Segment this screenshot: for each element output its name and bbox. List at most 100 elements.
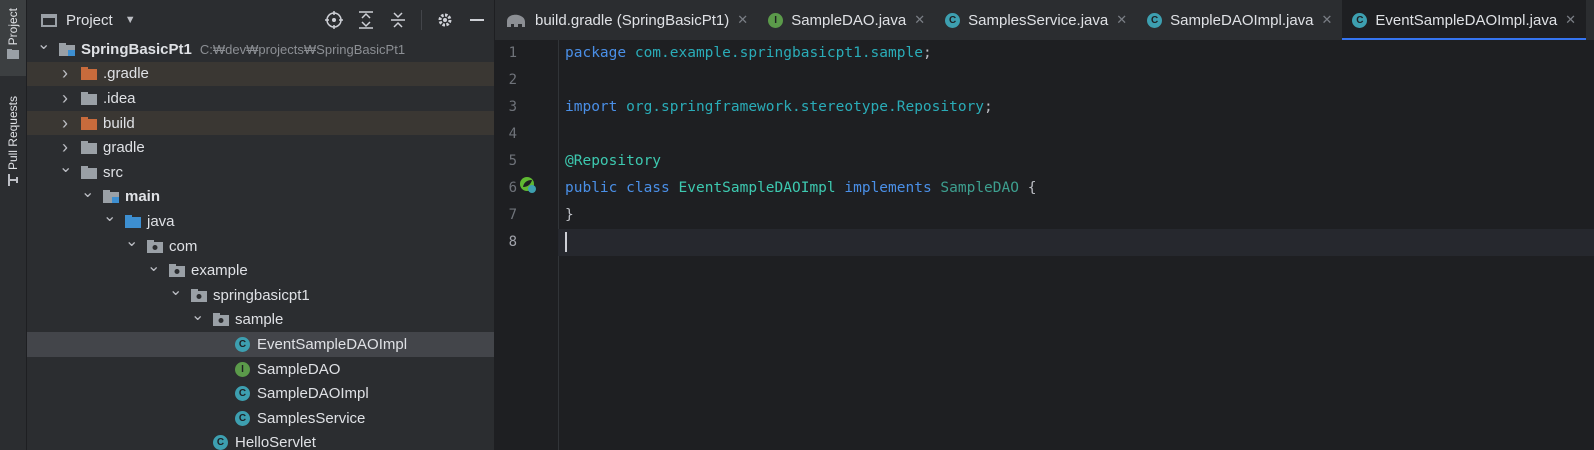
code-token: implements [844,180,941,196]
tree-item-label: main [125,188,161,206]
code-line[interactable]: 2 [509,67,1594,94]
tree-item-label: springbasicpt1 [213,286,310,304]
chevron-right-icon[interactable]: › [59,113,71,134]
editor-tab[interactable]: C EventSampleDAOImpl.java ✕ [1342,0,1587,41]
close-icon[interactable]: ✕ [914,12,925,28]
line-number: 5 [508,153,517,169]
gear-icon[interactable] [436,11,454,29]
source-folder-icon [125,214,141,228]
chevron-right-icon[interactable]: › [59,137,71,158]
code-token: import [565,99,627,115]
pull-requests-tool-tab[interactable]: Pull Requests [0,96,26,206]
chevron-down-icon[interactable]: ⌄ [59,160,72,176]
code-line[interactable]: 1 package com.example.springbasicpt1.samp… [509,40,1594,67]
chevron-down-icon[interactable]: ⌄ [169,283,182,299]
code-token: EventSampleDAOImpl [678,180,845,196]
tree-row[interactable]: I SampleDAO [27,357,494,382]
code-token: SampleDAO [940,180,1028,196]
gradle-elephant-icon [507,14,525,27]
project-tool-window: Project ▼ ⌄ SpringBasicPt1 C:₩dev₩projects… [27,0,495,450]
tree-row[interactable]: ⌄ sample [27,307,494,333]
class-icon: C [1352,12,1368,28]
code-token: ; [922,45,941,61]
close-icon[interactable]: ✕ [1116,12,1127,28]
code-line[interactable]: 4 [509,121,1594,148]
code-token: com.example.springbasicpt1.sample [634,45,923,61]
chevron-down-icon[interactable]: ⌄ [81,184,94,200]
excluded-folder-icon [81,116,97,130]
chevron-down-icon[interactable]: ⌄ [191,307,204,323]
chevron-right-icon[interactable]: › [59,88,71,109]
editor-tab[interactable]: build.gradle (SpringBasicPt1) ✕ [495,0,758,40]
project-window-icon [41,13,57,27]
text-cursor [565,232,567,252]
locate-file-icon[interactable] [325,11,343,29]
tree-row[interactable]: C HelloServlet [27,431,494,450]
tree-row[interactable]: C SampleDAOImpl [27,381,494,406]
editor-tab[interactable]: C SamplesService.java ✕ [935,0,1137,40]
editor-tab[interactable]: C SampleDAOImpl.java ✕ [1137,0,1342,40]
tree-row[interactable]: ⌄ SpringBasicPt1 C:₩dev₩projects₩SpringBas… [27,37,494,62]
chevron-down-icon[interactable]: ⌄ [147,258,160,274]
tree-item-label: SampleDAO [257,360,341,378]
code-editor[interactable]: 1 package com.example.springbasicpt1.samp… [495,40,1594,450]
tree-row[interactable]: ⌄ main [27,184,494,210]
interface-icon: I [235,361,250,377]
chevron-down-icon[interactable]: ⌄ [125,234,138,250]
code-token: ; [984,99,993,115]
folder-icon [81,141,97,155]
tree-item-label: .idea [103,89,136,107]
code-line[interactable]: 3 import org.springframework.stereotype.R… [509,94,1594,121]
tree-row[interactable]: C SamplesService [27,406,494,431]
tree-row[interactable]: › gradle [27,135,494,160]
folder-icon [7,49,19,60]
project-tool-tab[interactable]: Project [0,0,26,76]
hide-panel-icon[interactable] [468,11,486,29]
line-number: 3 [508,99,517,115]
excluded-folder-icon [81,67,97,81]
spring-bean-gutter-icon[interactable] [519,176,537,194]
tree-row[interactable]: ⌄ springbasicpt1 [27,283,494,308]
code-line[interactable]: 8 [509,229,1594,256]
project-tree[interactable]: ⌄ SpringBasicPt1 C:₩dev₩projects₩SpringBas… [27,37,494,450]
tree-row[interactable]: › .idea [27,86,494,111]
tree-item-label: SamplesService [257,409,366,427]
chevron-right-icon[interactable]: › [59,63,71,84]
tree-row[interactable]: C EventSampleDAOImpl [27,332,494,357]
tree-row[interactable]: › build [27,110,494,136]
close-icon[interactable]: ✕ [1565,12,1576,28]
tree-item-label: com [169,237,198,255]
close-icon[interactable]: ✕ [737,12,748,28]
code-line[interactable]: 6 public class EventSampleDAOImpl impleme… [509,175,1594,202]
close-icon[interactable]: ✕ [1322,12,1333,28]
chevron-down-icon[interactable]: ⌄ [103,209,116,225]
tree-item-label: SpringBasicPt1 [81,40,192,58]
tree-row[interactable]: › .gradle [27,61,494,87]
package-icon [147,239,163,253]
chevron-down-icon[interactable]: ⌄ [37,37,50,53]
expand-all-icon[interactable] [357,11,375,29]
line-number: 2 [508,72,517,88]
editor-tab-label: build.gradle (SpringBasicPt1) [535,11,730,29]
package-icon [169,264,185,278]
pull-requests-tool-tab-label: Pull Requests [6,96,20,171]
tree-row[interactable]: ⌄ com [27,234,494,259]
editor-tab[interactable]: I SampleDAO.java ✕ [758,0,935,40]
collapse-all-icon[interactable] [389,11,407,29]
folder-icon [81,91,97,105]
code-line[interactable]: 5 @Repository [509,148,1594,175]
tree-row[interactable]: ⌄ src [27,160,494,185]
tree-row[interactable]: ⌄ java [27,209,494,234]
tree-item-label: .gradle [103,65,149,83]
folder-icon [81,165,97,179]
package-icon [191,288,207,302]
project-view-selector[interactable]: Project ▼ [41,12,136,29]
code-line[interactable]: 7} [509,202,1594,229]
project-tool-tab-label: Project [6,8,20,46]
line-number: 6 [508,180,517,196]
class-icon: C [235,336,250,352]
tree-item-label: src [103,163,123,181]
code-area[interactable]: 1 package com.example.springbasicpt1.samp… [509,40,1594,256]
tree-row[interactable]: ⌄ example [27,258,494,283]
code-token: @Repository [565,153,662,169]
